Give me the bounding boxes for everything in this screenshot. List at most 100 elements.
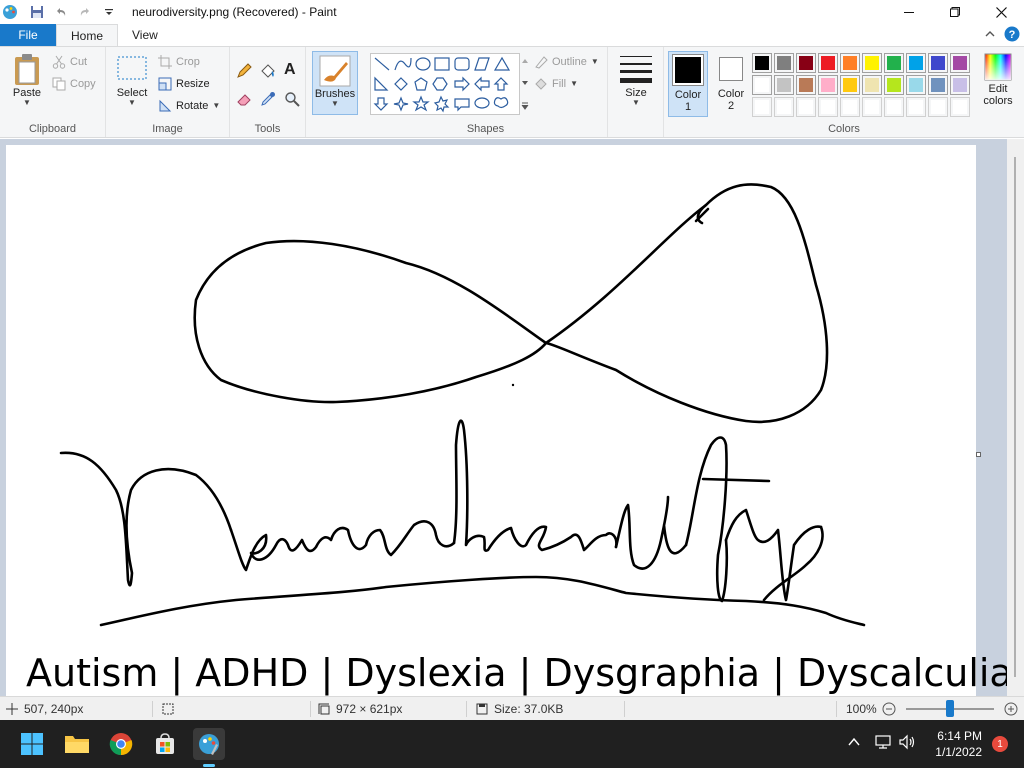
- paste-button[interactable]: Paste ▼: [8, 53, 46, 107]
- eraser-tool[interactable]: [236, 91, 252, 107]
- color1-button[interactable]: Color 1: [668, 51, 708, 117]
- canvas-area: Autism | ADHD | Dyslexia | Dysgraphia | …: [0, 139, 1024, 696]
- palette-swatch[interactable]: [950, 75, 970, 95]
- help-icon[interactable]: ?: [1004, 26, 1020, 45]
- resize-button[interactable]: Resize: [158, 77, 210, 91]
- paint-taskbar-button[interactable]: [193, 728, 225, 760]
- palette-swatch[interactable]: [928, 75, 948, 95]
- volume-button[interactable]: [898, 734, 916, 753]
- tab-view[interactable]: View: [118, 24, 172, 46]
- redo-icon[interactable]: [76, 3, 94, 21]
- show-hidden-icons-button[interactable]: [848, 736, 860, 751]
- undo-icon[interactable]: [52, 3, 70, 21]
- vertical-scrollbar-thumb[interactable]: [1014, 157, 1016, 677]
- palette-swatch[interactable]: [950, 97, 970, 117]
- palette-swatch-color: [755, 56, 769, 70]
- shapes-scroll[interactable]: [520, 53, 530, 115]
- palette-swatch[interactable]: [840, 75, 860, 95]
- magnifier-tool[interactable]: [284, 91, 300, 107]
- palette-swatch[interactable]: [862, 53, 882, 73]
- chrome-button[interactable]: [105, 728, 137, 760]
- palette-swatch[interactable]: [774, 53, 794, 73]
- magnifier-icon: [285, 92, 300, 107]
- select-caret-icon: ▼: [128, 98, 136, 107]
- palette-swatch[interactable]: [796, 97, 816, 117]
- paste-caret-icon: ▼: [23, 98, 31, 107]
- palette-swatch[interactable]: [752, 75, 772, 95]
- palette-swatch-color: [909, 100, 923, 114]
- start-button[interactable]: [16, 728, 48, 760]
- palette-swatch[interactable]: [796, 53, 816, 73]
- palette-swatch[interactable]: [774, 75, 794, 95]
- zoom-out-button[interactable]: [882, 702, 896, 719]
- status-bar: 507, 240px 972 × 621px Size: 37.0KB 100%: [0, 696, 1024, 720]
- folder-icon: [65, 736, 89, 753]
- palette-swatch[interactable]: [928, 97, 948, 117]
- palette-swatch[interactable]: [862, 97, 882, 117]
- store-button[interactable]: [149, 728, 181, 760]
- palette-swatch[interactable]: [818, 75, 838, 95]
- file-explorer-button[interactable]: [61, 728, 93, 760]
- palette-swatch[interactable]: [884, 75, 904, 95]
- customize-quick-access-icon[interactable]: [100, 3, 118, 21]
- palette-swatch[interactable]: [906, 75, 926, 95]
- notification-badge[interactable]: 1: [992, 736, 1008, 752]
- drawing-canvas[interactable]: Autism | ADHD | Dyslexia | Dysgraphia | …: [6, 145, 1013, 696]
- palette-swatch[interactable]: [818, 97, 838, 117]
- palette-swatch[interactable]: [884, 97, 904, 117]
- palette-swatch-color: [865, 100, 879, 114]
- crop-button[interactable]: Crop: [158, 55, 200, 69]
- select-button[interactable]: Select ▼: [114, 55, 150, 107]
- close-button[interactable]: [978, 0, 1024, 24]
- palette-swatch[interactable]: [840, 97, 860, 117]
- palette-swatch[interactable]: [840, 53, 860, 73]
- palette-swatch[interactable]: [752, 97, 772, 117]
- vertical-scrollbar[interactable]: [1007, 139, 1024, 696]
- pencil-tool[interactable]: [236, 63, 252, 79]
- palette-swatch[interactable]: [752, 53, 772, 73]
- size-button[interactable]: Size ▼: [616, 53, 656, 107]
- collapse-ribbon-icon[interactable]: [984, 28, 996, 43]
- palette-swatch[interactable]: [774, 97, 794, 117]
- shapes-gallery[interactable]: [370, 53, 520, 115]
- pencil-icon: [237, 63, 252, 78]
- fill-tool[interactable]: [260, 63, 276, 79]
- palette-swatch-color: [931, 100, 945, 114]
- canvas-resize-handle[interactable]: [976, 452, 981, 457]
- palette-swatch[interactable]: [906, 97, 926, 117]
- color-picker-tool[interactable]: [260, 91, 276, 107]
- fill-button[interactable]: Fill ▼: [534, 77, 578, 91]
- minimize-button[interactable]: [886, 0, 932, 24]
- tab-home[interactable]: Home: [56, 24, 119, 46]
- rotate-caret-icon: ▼: [212, 101, 221, 110]
- palette-swatch[interactable]: [796, 75, 816, 95]
- palette-swatch-color: [887, 100, 901, 114]
- rotate-button[interactable]: Rotate ▼: [158, 99, 220, 113]
- palette-swatch[interactable]: [950, 53, 970, 73]
- palette-swatch-color: [843, 78, 857, 92]
- zoom-slider-thumb[interactable]: [946, 700, 954, 717]
- tab-file[interactable]: File: [0, 24, 56, 46]
- palette-swatch[interactable]: [862, 75, 882, 95]
- file-size: Size: 37.0KB: [476, 697, 563, 721]
- palette-swatch[interactable]: [928, 53, 948, 73]
- maximize-button[interactable]: [932, 0, 978, 24]
- palette-swatch[interactable]: [906, 53, 926, 73]
- palette-swatch-color: [953, 78, 967, 92]
- color2-button[interactable]: Color 2: [712, 51, 750, 117]
- edit-colors-button[interactable]: Edit colors: [976, 53, 1020, 107]
- palette-swatch[interactable]: [818, 53, 838, 73]
- cut-button[interactable]: Cut: [52, 55, 87, 69]
- image-dimensions-text: 972 × 621px: [336, 702, 403, 716]
- outline-button[interactable]: Outline ▼: [534, 55, 599, 69]
- network-button[interactable]: [874, 734, 892, 753]
- save-icon[interactable]: [28, 3, 46, 21]
- palette-swatch[interactable]: [884, 53, 904, 73]
- zoom-in-button[interactable]: [1004, 702, 1018, 719]
- select-rectangle-icon: [117, 56, 147, 80]
- text-tool[interactable]: A: [284, 61, 296, 79]
- system-clock[interactable]: 6:14 PM 1/1/2022: [935, 728, 982, 760]
- brushes-button[interactable]: Brushes ▼: [312, 51, 358, 115]
- palette-swatch-color: [755, 78, 769, 92]
- copy-button[interactable]: Copy: [52, 77, 96, 91]
